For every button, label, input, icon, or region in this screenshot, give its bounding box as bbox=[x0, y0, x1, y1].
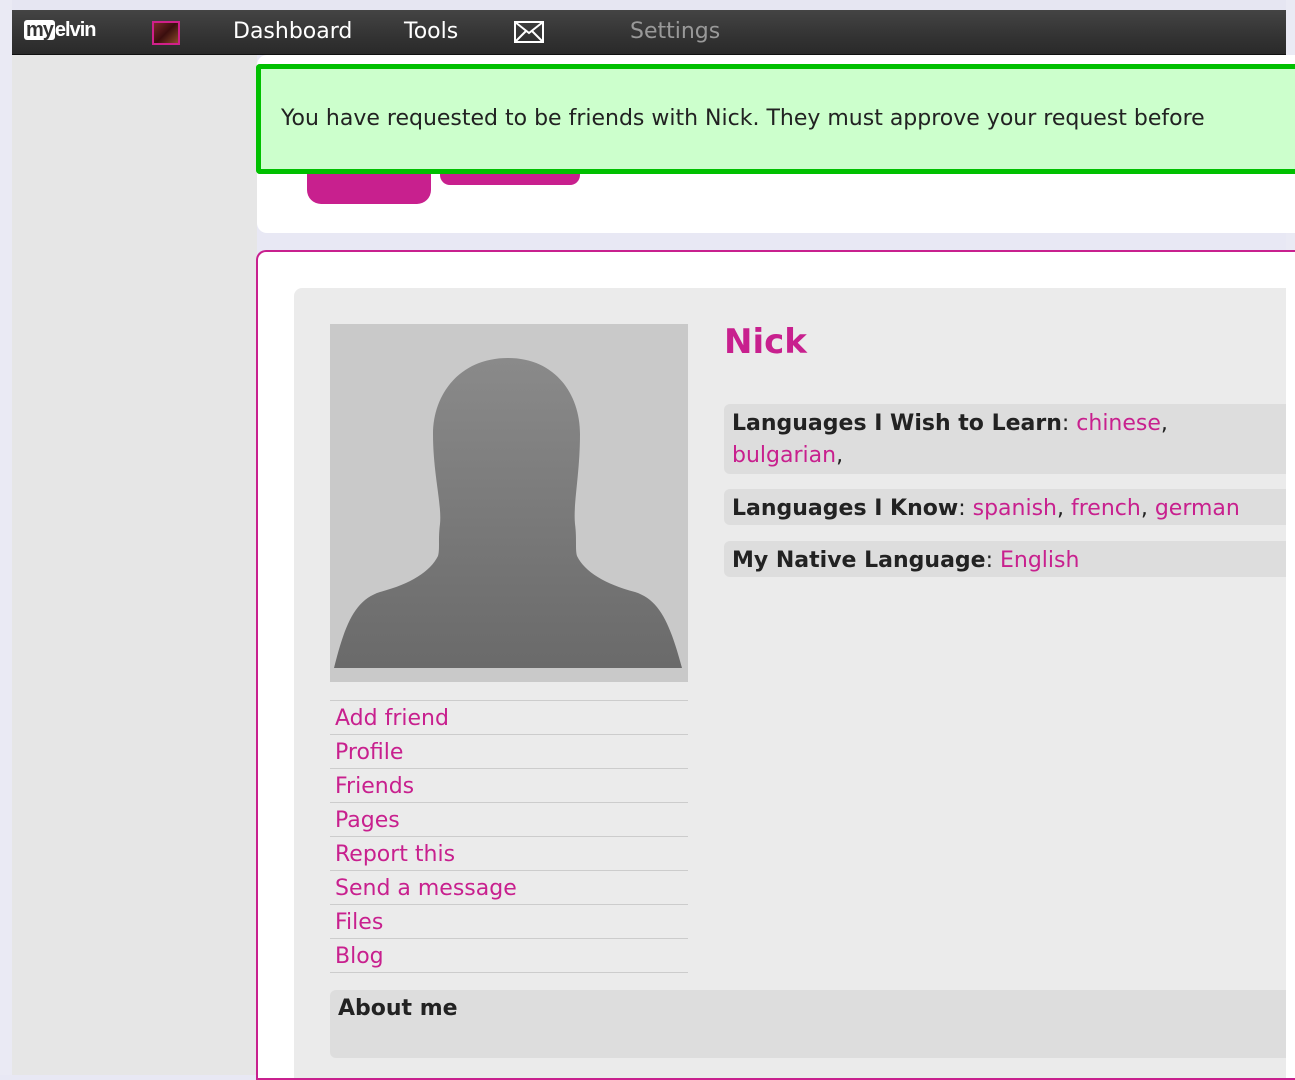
site-logo[interactable]: my elvin bbox=[24, 19, 97, 41]
native-language: My Native Language: English bbox=[724, 541, 1286, 577]
profile-name: Nick bbox=[724, 322, 807, 362]
person-silhouette-icon bbox=[334, 358, 682, 668]
top-navigation-bar: my elvin Dashboard Tools Settings bbox=[12, 10, 1286, 55]
menu-pages[interactable]: Pages bbox=[330, 802, 688, 836]
native-label: My Native Language bbox=[732, 548, 986, 573]
profile-avatar bbox=[330, 324, 688, 682]
menu-add-friend[interactable]: Add friend bbox=[330, 700, 688, 734]
languages-wish-to-learn: Languages I Wish to Learn: chinese, bulg… bbox=[724, 404, 1286, 474]
nav-tools[interactable]: Tools bbox=[404, 10, 458, 54]
mail-icon[interactable] bbox=[514, 21, 544, 43]
wish-label: Languages I Wish to Learn bbox=[732, 411, 1062, 436]
about-me-title: About me bbox=[338, 996, 458, 1021]
lang-link[interactable]: spanish bbox=[973, 496, 1057, 521]
lang-link[interactable]: german bbox=[1155, 496, 1240, 521]
languages-i-know: Languages I Know: spanish, french, germa… bbox=[724, 489, 1286, 525]
logo-elvin: elvin bbox=[54, 19, 97, 41]
left-column bbox=[12, 55, 257, 1075]
know-label: Languages I Know bbox=[732, 496, 959, 521]
lang-link[interactable]: English bbox=[1000, 548, 1079, 573]
window-left-edge bbox=[0, 0, 12, 1075]
menu-report-this[interactable]: Report this bbox=[330, 836, 688, 870]
friend-request-message: You have requested to be friends with Ni… bbox=[256, 64, 1295, 174]
nav-dashboard[interactable]: Dashboard bbox=[233, 10, 352, 54]
lang-link[interactable]: bulgarian bbox=[732, 443, 836, 468]
about-me-section: About me bbox=[330, 990, 1286, 1058]
profile-side-menu: Add friend Profile Friends Pages Report … bbox=[330, 700, 688, 973]
message-text: You have requested to be friends with Ni… bbox=[281, 106, 1205, 131]
lang-link[interactable]: french bbox=[1071, 496, 1141, 521]
menu-blog[interactable]: Blog bbox=[330, 938, 688, 973]
user-avatar-thumbnail[interactable] bbox=[152, 21, 180, 45]
menu-profile[interactable]: Profile bbox=[330, 734, 688, 768]
menu-files[interactable]: Files bbox=[330, 904, 688, 938]
window-top-edge bbox=[0, 0, 1295, 10]
menu-friends[interactable]: Friends bbox=[330, 768, 688, 802]
menu-send-message[interactable]: Send a message bbox=[330, 870, 688, 904]
lang-link[interactable]: chinese bbox=[1076, 411, 1161, 436]
logo-my: my bbox=[24, 19, 55, 41]
nav-settings[interactable]: Settings bbox=[630, 10, 720, 54]
